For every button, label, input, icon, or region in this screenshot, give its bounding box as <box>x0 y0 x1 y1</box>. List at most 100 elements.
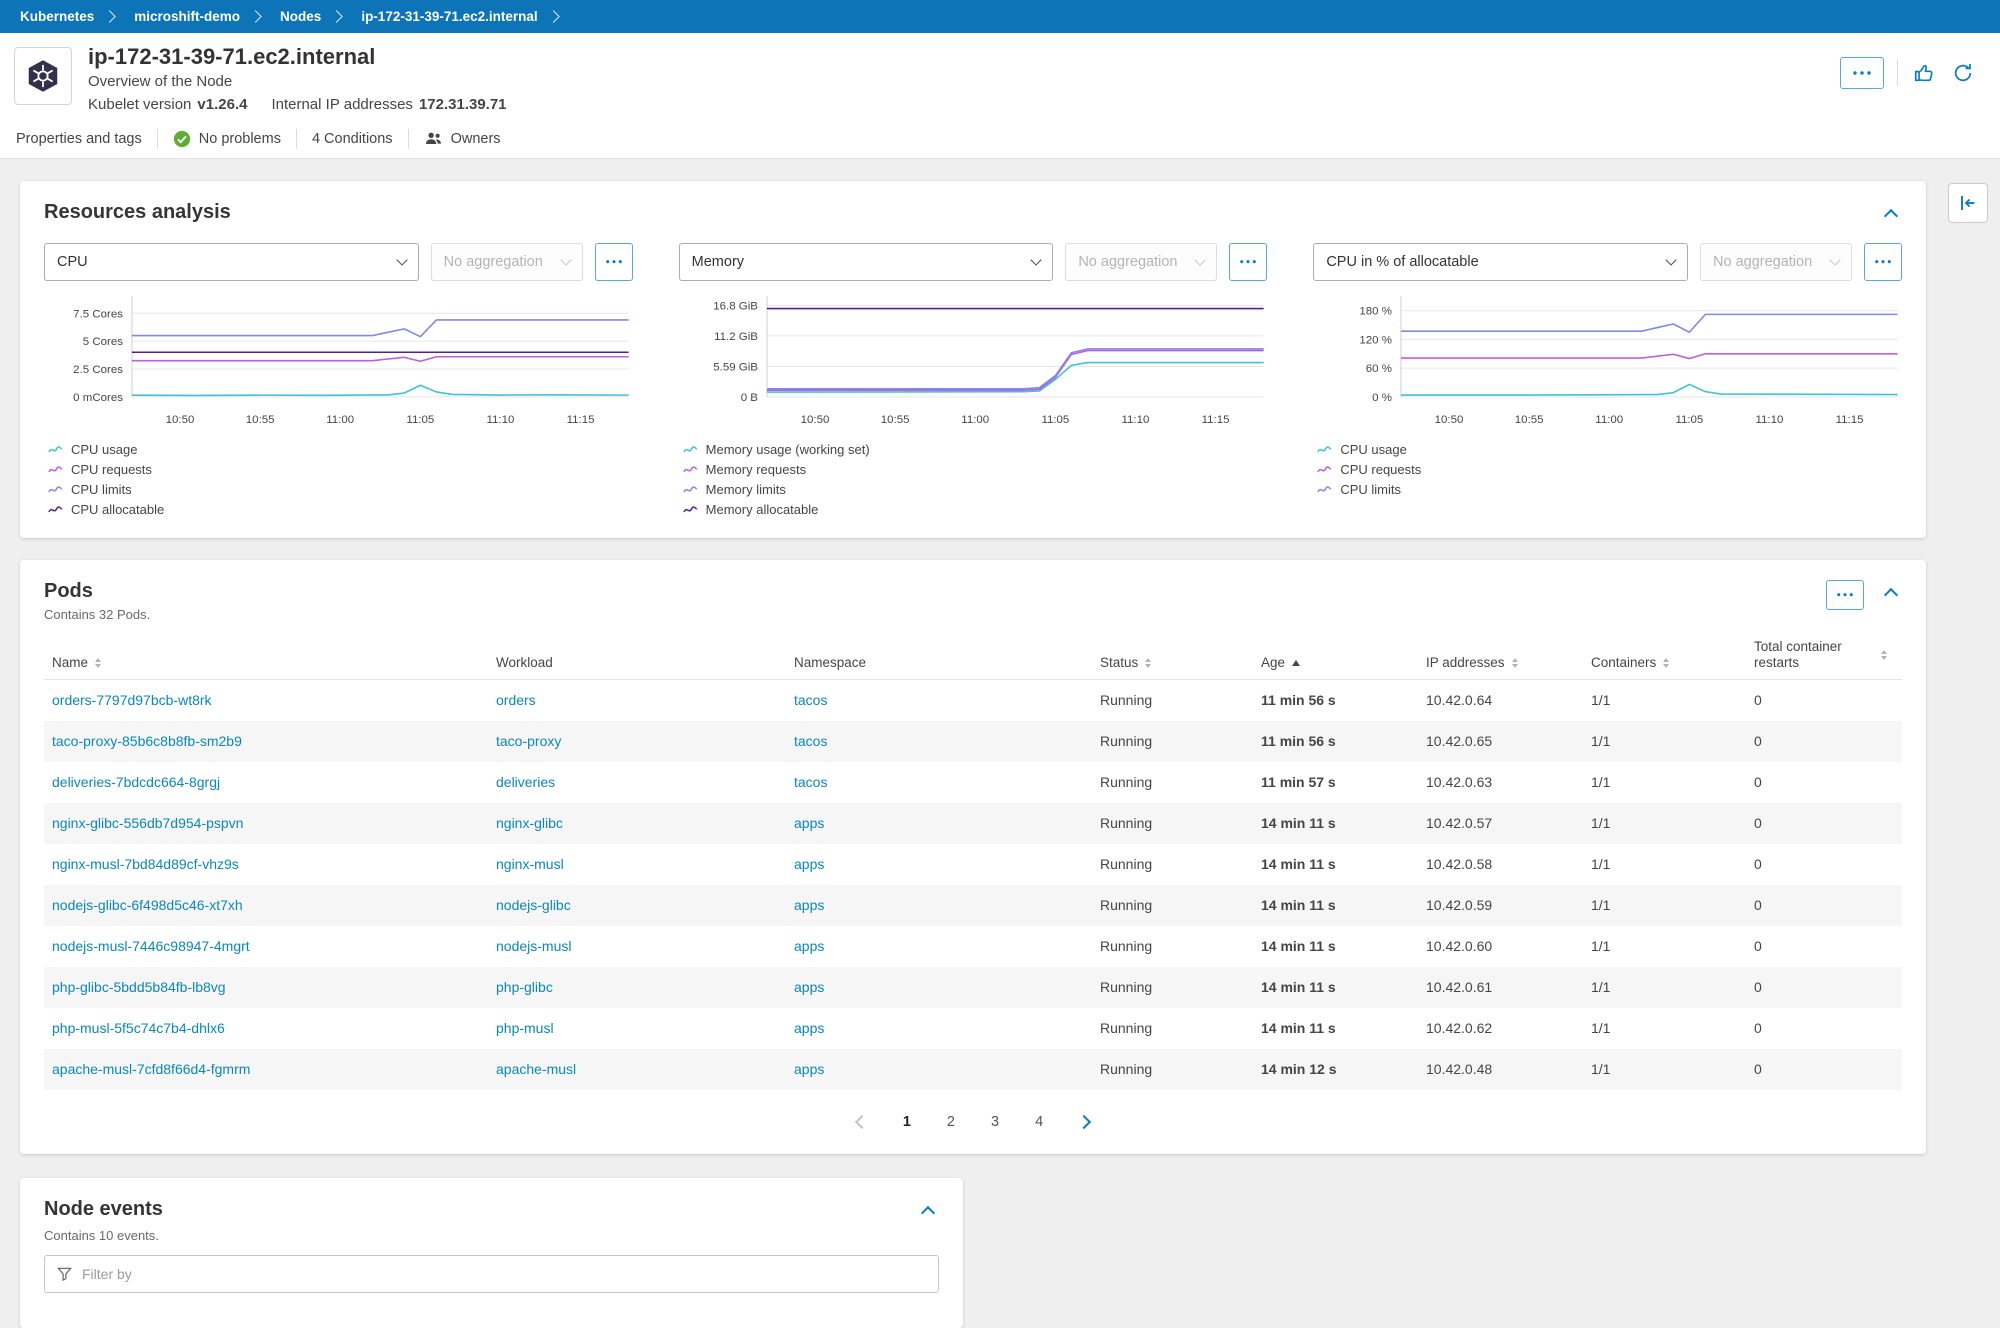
workload-link[interactable]: nodejs-glibc <box>496 897 571 913</box>
collapse-node-events-button[interactable] <box>917 1198 939 1224</box>
pod-link[interactable]: orders-7797d97bcb-wt8rk <box>52 692 212 708</box>
collapse-pods-button[interactable] <box>1880 580 1902 606</box>
workload-link[interactable]: taco-proxy <box>496 733 561 749</box>
breadcrumb-separator-icon <box>249 10 262 23</box>
workload-link[interactable]: apache-musl <box>496 1061 576 1077</box>
containers-value: 1/1 <box>1591 897 1611 914</box>
feedback-thumbs-up-button[interactable] <box>1911 60 1937 86</box>
pod-link[interactable]: nginx-musl-7bd84d89cf-vhz9s <box>52 856 239 872</box>
legend-label: Memory allocatable <box>705 502 819 518</box>
collapse-panel-icon <box>1961 196 1975 210</box>
legend-item[interactable]: Memory usage (working set) <box>682 440 1268 460</box>
legend-item[interactable]: CPU limits <box>1317 480 1902 500</box>
breadcrumb-item-kubernetes[interactable]: Kubernetes <box>10 9 124 24</box>
cpu-percent-metric-select[interactable]: CPU in % of allocatable <box>1313 243 1688 281</box>
cpu-chart-more-button[interactable] <box>594 243 633 281</box>
breadcrumb-item-node[interactable]: ip-172-31-39-71.ec2.internal <box>351 9 567 24</box>
column-header-ip-addresses[interactable]: IP addresses <box>1418 655 1583 671</box>
column-header-containers[interactable]: Containers <box>1583 655 1746 671</box>
page-button-1[interactable]: 1 <box>903 1114 911 1130</box>
workload-link[interactable]: deliveries <box>496 774 555 790</box>
owners-label: Owners <box>450 130 501 147</box>
memory-metric-select[interactable]: Memory <box>678 243 1054 281</box>
pods-more-button[interactable] <box>1826 579 1864 610</box>
namespace-link[interactable]: apps <box>794 856 824 872</box>
workload-link[interactable]: nginx-musl <box>496 856 564 872</box>
status-value: Running <box>1100 692 1153 709</box>
column-header-namespace[interactable]: Namespace <box>786 655 1092 671</box>
legend-item[interactable]: CPU requests <box>1317 460 1902 480</box>
events-filter-input[interactable] <box>82 1265 926 1282</box>
namespace-link[interactable]: apps <box>794 938 824 954</box>
legend-item[interactable]: CPU usage <box>1317 440 1902 460</box>
workload-link[interactable]: php-musl <box>496 1020 554 1036</box>
refresh-button[interactable] <box>1950 60 1976 86</box>
legend-item[interactable]: CPU allocatable <box>48 500 633 520</box>
legend-item[interactable]: Memory limits <box>682 480 1268 500</box>
main-content: Resources analysis CPU No aggregation 7.… <box>0 159 2000 1328</box>
header-actions <box>1840 57 1976 89</box>
pod-link[interactable]: nodejs-musl-7446c98947-4mgrt <box>52 938 250 954</box>
svg-text:2.5 Cores: 2.5 Cores <box>73 364 123 376</box>
previous-page-button[interactable] <box>854 1114 869 1129</box>
table-row: nodejs-musl-7446c98947-4mgrt nodejs-musl… <box>44 926 1902 967</box>
ip-value: 10.42.0.59 <box>1426 897 1493 914</box>
column-header-status[interactable]: Status <box>1092 655 1253 671</box>
sort-icon <box>1881 649 1887 660</box>
legend-item[interactable]: Memory requests <box>682 460 1268 480</box>
breadcrumb-item-cluster[interactable]: microshift-demo <box>124 9 270 24</box>
owners-button[interactable]: Owners <box>424 129 501 148</box>
column-header-total-container-restarts[interactable]: Total container restarts <box>1746 639 1902 671</box>
workload-link[interactable]: nginx-glibc <box>496 815 563 831</box>
page-button-3[interactable]: 3 <box>991 1114 999 1130</box>
column-header-workload[interactable]: Workload <box>488 655 786 671</box>
pod-link[interactable]: deliveries-7bdcdc664-8grgj <box>52 774 220 790</box>
namespace-link[interactable]: apps <box>794 1020 824 1036</box>
node-header-text: ip-172-31-39-71.ec2.internal Overview of… <box>88 44 507 113</box>
namespace-link[interactable]: tacos <box>794 774 827 790</box>
page-button-4[interactable]: 4 <box>1035 1114 1043 1130</box>
svg-text:60 %: 60 % <box>1366 363 1392 375</box>
cpu-metric-select[interactable]: CPU <box>44 243 419 281</box>
no-problems-button[interactable]: No problems <box>173 130 281 148</box>
namespace-link[interactable]: apps <box>794 897 824 913</box>
legend-item[interactable]: CPU limits <box>48 480 633 500</box>
conditions-button[interactable]: 4 Conditions <box>312 131 393 147</box>
pod-link[interactable]: taco-proxy-85b6c8b8fb-sm2b9 <box>52 733 242 749</box>
properties-and-tags-button[interactable]: Properties and tags <box>16 131 142 147</box>
table-row: nodejs-glibc-6f498d5c46-xt7xh nodejs-gli… <box>44 884 1902 926</box>
legend-item[interactable]: CPU usage <box>48 440 633 460</box>
legend-item[interactable]: Memory allocatable <box>682 500 1268 520</box>
header-more-actions-button[interactable] <box>1840 57 1884 89</box>
breadcrumb-label: microshift-demo <box>134 9 241 24</box>
pod-link[interactable]: php-musl-5f5c74c7b4-dhlx6 <box>52 1020 225 1036</box>
collapse-side-panel-button[interactable] <box>1948 183 1988 223</box>
memory-chart-more-button[interactable] <box>1229 243 1268 281</box>
namespace-link[interactable]: apps <box>794 979 824 995</box>
column-header-age[interactable]: Age <box>1253 655 1418 671</box>
legend-label: CPU requests <box>1340 462 1422 478</box>
page-button-2[interactable]: 2 <box>947 1114 955 1130</box>
pod-link[interactable]: apache-musl-7cfd8f66d4-fgmrm <box>52 1061 250 1077</box>
pod-link[interactable]: nginx-glibc-556db7d954-pspvn <box>52 815 243 831</box>
breadcrumb-item-nodes[interactable]: Nodes <box>270 9 351 24</box>
namespace-link[interactable]: apps <box>794 1061 824 1077</box>
namespace-link[interactable]: tacos <box>794 733 827 749</box>
workload-link[interactable]: nodejs-musl <box>496 938 571 954</box>
collapse-resources-button[interactable] <box>1880 201 1902 227</box>
legend-label: Memory requests <box>705 462 807 478</box>
pod-link[interactable]: nodejs-glibc-6f498d5c46-xt7xh <box>52 897 243 913</box>
ellipsis-icon <box>1240 260 1257 264</box>
svg-text:16.8 GiB: 16.8 GiB <box>713 300 758 312</box>
namespace-link[interactable]: apps <box>794 815 824 831</box>
legend-item[interactable]: CPU requests <box>48 460 633 480</box>
workload-link[interactable]: orders <box>496 692 536 708</box>
ellipsis-icon <box>1837 593 1853 597</box>
namespace-link[interactable]: tacos <box>794 692 827 708</box>
column-header-name[interactable]: Name <box>44 655 488 671</box>
cpu-percent-chart-more-button[interactable] <box>1864 243 1902 281</box>
next-page-button[interactable] <box>1077 1114 1092 1129</box>
svg-text:10:55: 10:55 <box>246 414 275 426</box>
workload-link[interactable]: php-glibc <box>496 979 553 995</box>
pod-link[interactable]: php-glibc-5bdd5b84fb-lb8vg <box>52 979 226 995</box>
